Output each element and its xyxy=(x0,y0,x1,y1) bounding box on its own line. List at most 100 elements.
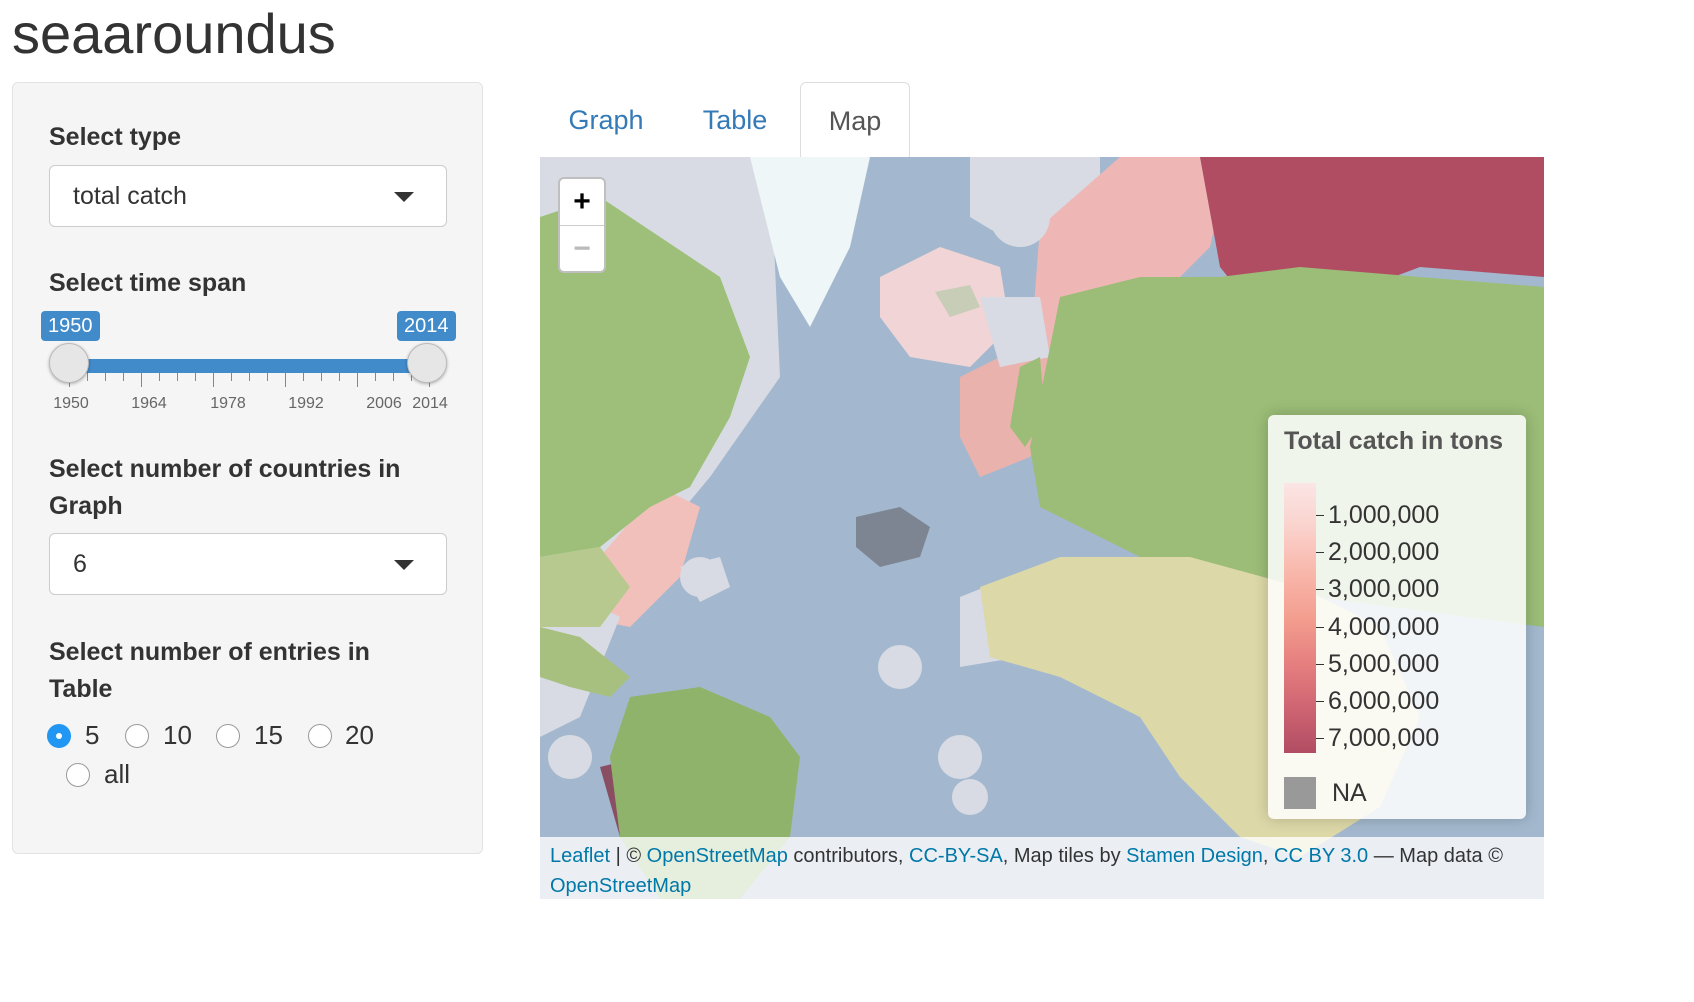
label-line: Select number of countries in xyxy=(49,455,401,483)
label-line: Graph xyxy=(49,492,123,520)
slider-tick xyxy=(267,373,268,381)
legend-value: 1,000,000 xyxy=(1328,501,1440,529)
map-attribution: Leaflet | © OpenStreetMap contributors, … xyxy=(540,837,1544,899)
legend-value: 3,000,000 xyxy=(1328,575,1440,603)
radio-entries-15[interactable] xyxy=(216,724,240,748)
legend-value: 5,000,000 xyxy=(1328,650,1440,678)
radio-label-10: 10 xyxy=(163,720,192,750)
slider-tick xyxy=(105,373,106,381)
slider-tick xyxy=(393,373,394,381)
label-line: Select number of entries in xyxy=(49,638,370,666)
radio-entries-10[interactable] xyxy=(125,724,149,748)
select-countries-label: Select number of countries in Graph xyxy=(49,451,400,525)
attribution-osm-data-link[interactable]: OpenStreetMap xyxy=(550,875,691,897)
slider-tick xyxy=(231,373,232,381)
eez-hex xyxy=(952,779,988,815)
slider-tick xyxy=(177,373,178,381)
radio-entries-20[interactable] xyxy=(308,724,332,748)
slider-tick xyxy=(249,373,250,381)
slider-tick xyxy=(285,373,286,387)
attribution-ccbysa-link[interactable]: CC-BY-SA xyxy=(909,845,1003,867)
radio-entries-all[interactable] xyxy=(66,763,90,787)
eez-hex xyxy=(878,645,922,689)
slider-tick xyxy=(303,373,304,381)
slider-tick xyxy=(195,373,196,381)
tab-map[interactable]: Map xyxy=(800,82,910,158)
slider-tick-label: 1964 xyxy=(131,395,167,412)
slider-to-handle[interactable] xyxy=(407,343,447,383)
legend-tick xyxy=(1316,552,1324,553)
eez-hex xyxy=(990,187,1050,247)
slider-tick-label: 2006 xyxy=(366,395,402,412)
legend-tick xyxy=(1316,664,1324,665)
slider-tick-label: 1950 xyxy=(53,395,89,412)
legend-na-label: NA xyxy=(1332,779,1367,807)
radio-entries-5[interactable] xyxy=(47,724,71,748)
tab-bar: Graph Table Map xyxy=(540,82,1544,158)
slider-to-badge: 2014 xyxy=(397,311,456,341)
chevron-down-icon xyxy=(394,560,414,570)
eez-hex xyxy=(548,735,592,779)
radio-label-5: 5 xyxy=(85,720,100,750)
slider-tick xyxy=(123,373,124,381)
legend-tick xyxy=(1316,515,1324,516)
legend-tick xyxy=(1316,738,1324,739)
select-type-label: Select type xyxy=(49,123,182,151)
eez-hex xyxy=(938,735,982,779)
map-view[interactable]: + − Total catch in tons 1,000,000 2,000,… xyxy=(540,157,1544,899)
legend-value: 4,000,000 xyxy=(1328,613,1440,641)
slider-tick xyxy=(375,373,376,381)
slider-tick xyxy=(321,373,322,381)
zoom-in-button[interactable]: + xyxy=(560,179,604,225)
attribution-text: — Map data © xyxy=(1368,845,1503,867)
eez-hex xyxy=(680,557,720,597)
legend-tick xyxy=(1316,589,1324,590)
slider-tick xyxy=(213,373,214,387)
slider-tick xyxy=(357,373,358,387)
legend-color-bar xyxy=(1284,483,1316,753)
zoom-out-button[interactable]: − xyxy=(560,225,604,272)
radio-label-20: 20 xyxy=(345,720,374,750)
slider-tick xyxy=(141,373,142,387)
tab-table[interactable]: Table xyxy=(674,82,796,158)
slider-tick xyxy=(339,373,340,381)
select-countries-value: 6 xyxy=(73,550,87,578)
chevron-down-icon xyxy=(394,192,414,202)
legend-na-swatch xyxy=(1284,777,1316,809)
legend-title: Total catch in tons xyxy=(1284,427,1503,455)
slider-tick-label: 1978 xyxy=(210,395,246,412)
legend-tick xyxy=(1316,627,1324,628)
slider-tick xyxy=(87,373,88,381)
label-line: Table xyxy=(49,675,113,703)
attribution-text: contributors, xyxy=(787,845,910,867)
attribution-ccby-link[interactable]: CC BY 3.0 xyxy=(1274,845,1368,867)
legend-value: 7,000,000 xyxy=(1328,724,1440,752)
attribution-text: , Map tiles by xyxy=(1002,845,1127,867)
radio-label-15: 15 xyxy=(254,720,283,750)
slider-from-badge: 1950 xyxy=(41,311,100,341)
select-type-value: total catch xyxy=(73,182,187,210)
attribution-osm-link[interactable]: OpenStreetMap xyxy=(647,845,788,867)
attribution-text: | © xyxy=(610,845,647,867)
select-countries-dropdown[interactable]: 6 xyxy=(49,533,447,595)
sidebar-panel: Select type total catch Select time span… xyxy=(12,82,483,854)
app-title: seaaroundus xyxy=(12,2,336,65)
select-timespan-label: Select time span xyxy=(49,269,247,297)
slider-tick-label: 2014 xyxy=(412,395,448,412)
slider-tick-label: 1992 xyxy=(288,395,324,412)
select-entries-label: Select number of entries in Table xyxy=(49,634,370,708)
slider-tick xyxy=(159,373,160,381)
legend-value: 6,000,000 xyxy=(1328,687,1440,715)
legend-tick xyxy=(1316,701,1324,702)
tab-graph[interactable]: Graph xyxy=(548,82,664,158)
map-legend: Total catch in tons 1,000,000 2,000,000 … xyxy=(1268,415,1526,819)
zoom-control: + − xyxy=(558,177,606,273)
select-type-dropdown[interactable]: total catch xyxy=(49,165,447,227)
radio-label-all: all xyxy=(104,759,131,789)
attribution-stamen-link[interactable]: Stamen Design xyxy=(1126,845,1263,867)
slider-from-handle[interactable] xyxy=(49,343,89,383)
attribution-text: , xyxy=(1262,845,1275,867)
legend-value: 2,000,000 xyxy=(1328,538,1440,566)
timespan-slider-track[interactable] xyxy=(69,359,429,373)
attribution-leaflet-link[interactable]: Leaflet xyxy=(550,845,610,867)
